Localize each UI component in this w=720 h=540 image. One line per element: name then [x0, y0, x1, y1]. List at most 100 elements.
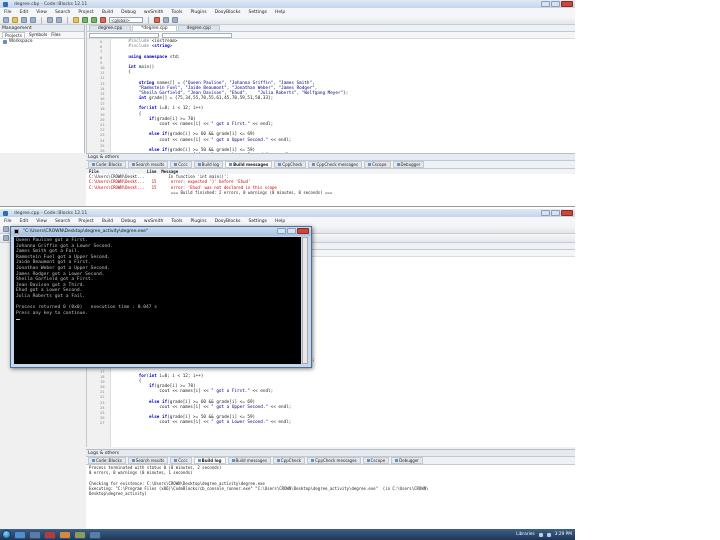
tray-libraries-label[interactable]: Libraries: [516, 532, 535, 537]
log-tab-debugger[interactable]: Debugger: [392, 161, 425, 168]
code-line[interactable]: 27 cout << names[i] << " got a Lower Sec…: [90, 420, 575, 425]
new-file-icon[interactable]: [3, 17, 9, 23]
menu-wxsmith[interactable]: wxSmith: [144, 10, 163, 15]
menu-debug[interactable]: Debug: [121, 219, 136, 224]
log-tab-search-results[interactable]: Search results: [127, 457, 169, 464]
menu-search[interactable]: Search: [55, 10, 70, 15]
undo-icon[interactable]: [47, 17, 53, 23]
editor-tab[interactable]: degree.cpp: [89, 25, 132, 31]
log-tab-build-messages[interactable]: Build messages: [225, 161, 273, 168]
log-tab-cppcheck-messages[interactable]: CppCheck messages: [307, 457, 361, 464]
step-into-icon[interactable]: [172, 17, 178, 23]
menu-build[interactable]: Build: [102, 10, 113, 15]
function-select[interactable]: [162, 32, 232, 38]
menu-plugins[interactable]: Plugins: [190, 10, 206, 15]
editor-tab[interactable]: degree.cpp: [177, 25, 220, 31]
debug-icon[interactable]: [154, 17, 160, 23]
start-button[interactable]: [2, 530, 11, 539]
menu-file[interactable]: File: [4, 219, 12, 224]
minimize-button[interactable]: [277, 228, 286, 234]
tab-files[interactable]: Files: [51, 32, 60, 38]
pdf-reader-icon[interactable]: [44, 530, 56, 539]
menu-tools[interactable]: Tools: [171, 10, 182, 15]
run-icon[interactable]: [82, 17, 88, 23]
log-tab-debugger[interactable]: Debugger: [391, 457, 423, 464]
code-editor[interactable]: 5 #include <iostream> 6 #include <string>…: [87, 39, 575, 158]
log-tab-icon: [174, 163, 178, 166]
menu-build[interactable]: Build: [102, 219, 113, 224]
code-text: cout << names[i] << " got a Lower Second…: [118, 420, 292, 426]
firefox-icon[interactable]: [59, 530, 71, 539]
menu-edit[interactable]: Edit: [20, 10, 29, 15]
log-tab-build-log[interactable]: Build log: [193, 457, 226, 464]
log-tab-code-blocks[interactable]: Code::Blocks: [88, 161, 126, 168]
menu-view[interactable]: View: [36, 10, 47, 15]
log-tab-icon: [312, 163, 316, 166]
minimize-button[interactable]: [541, 210, 550, 216]
tab-symbols[interactable]: Symbols: [29, 32, 47, 38]
menu-doxyblocks[interactable]: DoxyBlocks: [215, 10, 241, 15]
redo-icon[interactable]: [56, 17, 62, 23]
step-icon[interactable]: [163, 17, 169, 23]
build-and-run-icon[interactable]: [91, 17, 97, 23]
tab-projects[interactable]: Projects: [2, 32, 25, 39]
menu-tools[interactable]: Tools: [171, 219, 182, 224]
build-message-row[interactable]: === Build finished: 2 errors, 0 warnings…: [86, 190, 575, 195]
editor-tab-active[interactable]: *degree.cpp: [132, 25, 177, 31]
volume-icon[interactable]: [546, 532, 551, 537]
menu-settings[interactable]: Settings: [249, 219, 267, 224]
workspace-node[interactable]: Workspace: [0, 39, 84, 45]
close-button[interactable]: [561, 210, 573, 216]
save-icon[interactable]: [21, 17, 27, 23]
menu-debug[interactable]: Debug: [121, 10, 136, 15]
new-file-icon[interactable]: [3, 226, 9, 232]
build-gear-icon[interactable]: [73, 17, 79, 23]
menu-settings[interactable]: Settings: [249, 10, 267, 15]
log-tab-search-results[interactable]: Search results: [127, 161, 169, 168]
close-button[interactable]: [561, 1, 573, 7]
log-tab-code-blocks[interactable]: Code::Blocks: [88, 457, 126, 464]
minimize-button[interactable]: [541, 1, 550, 7]
abort-icon[interactable]: [100, 17, 106, 23]
maximize-button[interactable]: [551, 1, 560, 7]
menu-view[interactable]: View: [36, 219, 47, 224]
menu-help[interactable]: Help: [275, 10, 285, 15]
explorer-icon[interactable]: [29, 530, 41, 539]
menu-edit[interactable]: Edit: [20, 219, 29, 224]
jump-back-icon[interactable]: [3, 235, 9, 241]
clock[interactable]: 3:29 PM: [555, 532, 572, 537]
log-tab-cscope[interactable]: Cscope: [363, 161, 391, 168]
menu-file[interactable]: File: [4, 10, 12, 15]
scope-select[interactable]: [89, 32, 159, 38]
log-tab-build-messages[interactable]: Build messages: [227, 457, 271, 464]
log-tab-cscope[interactable]: Cscope: [362, 457, 390, 464]
log-tab-cppcheck-messages[interactable]: CppCheck messages: [308, 161, 362, 168]
console-taskbar-icon[interactable]: [89, 530, 101, 539]
log-tab-cppcheck[interactable]: CppCheck: [272, 457, 306, 464]
build-target-select[interactable]: <global>: [109, 17, 143, 23]
menu-project[interactable]: Project: [78, 10, 93, 15]
log-tab-cppcheck[interactable]: CppCheck: [274, 161, 307, 168]
menu-search[interactable]: Search: [55, 219, 70, 224]
network-icon[interactable]: [538, 532, 543, 537]
codeblocks-icon: [3, 210, 8, 216]
close-button[interactable]: [297, 228, 309, 234]
console-scrollbar[interactable]: [302, 237, 308, 364]
maximize-button[interactable]: [287, 228, 296, 234]
menu-project[interactable]: Project: [78, 219, 93, 224]
console-output[interactable]: Queen Pauline got a First. Johanna Griffi…: [14, 237, 301, 364]
codeblocks-taskbar-icon[interactable]: [74, 530, 86, 539]
open-folder-icon[interactable]: [12, 17, 18, 23]
internet-explorer-icon[interactable]: [14, 530, 26, 539]
save-all-icon[interactable]: [30, 17, 36, 23]
menu-doxyblocks[interactable]: DoxyBlocks: [215, 219, 241, 224]
log-tab-cccc[interactable]: Cccc: [170, 161, 192, 168]
menu-wxsmith[interactable]: wxSmith: [144, 219, 163, 224]
log-tab-icon: [311, 459, 315, 462]
log-tab-cccc[interactable]: Cccc: [170, 457, 192, 464]
menu-plugins[interactable]: Plugins: [190, 219, 206, 224]
menu-help[interactable]: Help: [275, 219, 285, 224]
log-tab-build-log[interactable]: Build log: [193, 161, 224, 168]
log-tab-icon: [197, 163, 201, 166]
maximize-button[interactable]: [551, 210, 560, 216]
